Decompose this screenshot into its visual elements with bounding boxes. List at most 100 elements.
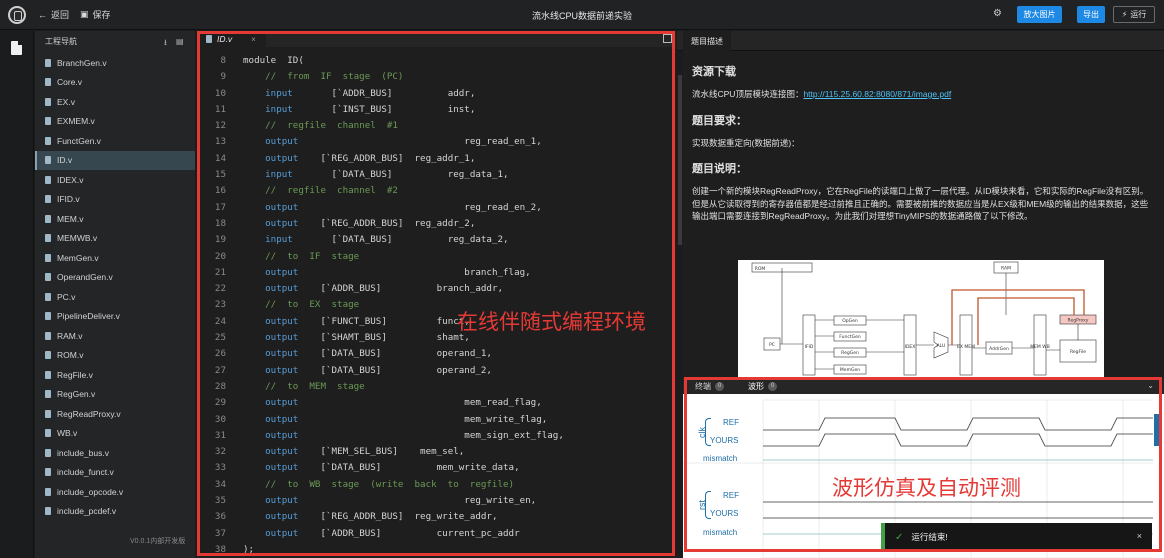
file-explorer-icon[interactable] xyxy=(11,41,22,55)
file-item[interactable]: RegReadProxy.v xyxy=(35,404,195,424)
file-item-label: PC.v xyxy=(57,291,76,302)
file-item[interactable]: MemGen.v xyxy=(35,248,195,268)
file-item[interactable]: EXMEM.v xyxy=(35,112,195,132)
code-token: output xyxy=(265,429,299,441)
file-icon xyxy=(45,78,51,87)
line-number: 15 xyxy=(214,169,226,181)
file-item[interactable]: include_funct.v xyxy=(35,463,195,483)
tab-terminal[interactable]: 终端 0 xyxy=(683,381,736,392)
code-token: branch_flag, xyxy=(298,266,531,278)
mismatch-label: mismatch xyxy=(703,528,738,537)
code-text: // to EX stage xyxy=(243,297,359,313)
file-item[interactable]: IFID.v xyxy=(35,190,195,210)
tab-description[interactable]: 题目描述 xyxy=(683,31,731,51)
file-item[interactable]: ROM.v xyxy=(35,346,195,366)
file-item-label: ID.v xyxy=(57,155,73,166)
datapath-diagram: ROM RAM PC IFID OpGen FunctGen RegGen Me… xyxy=(738,260,1104,378)
file-item-label: include_pcdef.v xyxy=(57,506,117,517)
code-line: 12 // regfile channel #1 xyxy=(196,118,676,134)
code-line: 36 output [`REG_ADDR_BUS] reg_write_addr… xyxy=(196,509,676,525)
tab-waveform[interactable]: 波形 0 xyxy=(736,381,789,392)
file-item[interactable]: FunctGen.v xyxy=(35,131,195,151)
line-number: 35 xyxy=(214,495,226,507)
tab-id-v[interactable]: ID.v × xyxy=(196,31,266,47)
save-button[interactable]: ▣ 保存 xyxy=(80,8,111,21)
chevron-down-icon[interactable]: ⌄ xyxy=(1147,381,1154,390)
file-item[interactable]: EX.v xyxy=(35,92,195,112)
memgen-label: MemGen xyxy=(840,367,860,373)
new-file-icon[interactable]: ▤ xyxy=(176,37,184,46)
file-item[interactable]: OperandGen.v xyxy=(35,268,195,288)
code-line: 15 input [`DATA_BUS] reg_data_1, xyxy=(196,167,676,183)
run-button[interactable]: ⚡ 运行 xyxy=(1113,6,1155,23)
file-item[interactable]: Core.v xyxy=(35,73,195,93)
description-scrollbar[interactable] xyxy=(678,75,682,245)
split-editor-icon[interactable] xyxy=(663,34,672,43)
file-item-label: WB.v xyxy=(57,428,78,439)
resource-link[interactable]: http://115.25.60.82:8080/871/image.pdf xyxy=(803,89,951,99)
line-number: 18 xyxy=(214,217,226,229)
line-number: 36 xyxy=(214,511,226,523)
file-item[interactable]: WB.v xyxy=(35,424,195,444)
file-item[interactable]: BranchGen.v xyxy=(35,53,195,73)
code-line: 22 output [`ADDR_BUS] branch_addr, xyxy=(196,281,676,297)
file-item[interactable]: MEMWB.v xyxy=(35,229,195,249)
code-token: [`ADDR_BUS] branch_addr, xyxy=(298,283,504,295)
code-token: output xyxy=(265,266,299,278)
code-text: output [`REG_ADDR_BUS] reg_addr_2, xyxy=(243,216,475,232)
file-item[interactable]: PC.v xyxy=(35,287,195,307)
ref-label: REF xyxy=(723,491,739,500)
code-token: output xyxy=(265,511,299,523)
file-item-label: include_bus.v xyxy=(57,447,109,458)
close-icon[interactable]: × xyxy=(1137,531,1142,541)
file-icon xyxy=(45,97,51,106)
code-text: output mem_write_flag, xyxy=(243,412,547,428)
file-item[interactable]: RAM.v xyxy=(35,326,195,346)
code-text: // to IF stage xyxy=(243,249,359,265)
code-text: output [`SHAMT_BUS] shamt, xyxy=(243,330,470,346)
code-text: output mem_sign_ext_flag, xyxy=(243,428,564,444)
upload-icon[interactable]: ⭳ xyxy=(164,37,167,51)
close-icon[interactable]: × xyxy=(251,35,256,44)
file-item[interactable]: PipelineDeliver.v xyxy=(35,307,195,327)
file-item[interactable]: ID.v xyxy=(35,150,195,170)
file-item[interactable]: include_opcode.v xyxy=(35,482,195,502)
file-item[interactable]: include_bus.v xyxy=(35,443,195,463)
top-bar: ← 返回 ▣ 保存 流水线CPU数据前递实验 ⚙ 放大图片 导出 ⚡ 运行 xyxy=(0,0,1164,30)
file-item[interactable]: RegGen.v xyxy=(35,385,195,405)
line-number: 19 xyxy=(214,234,226,246)
gear-icon[interactable]: ⚙ xyxy=(993,8,1002,19)
file-icon xyxy=(45,253,51,262)
waveform-scrollbar[interactable] xyxy=(1154,414,1161,446)
export-button[interactable]: 导出 xyxy=(1077,6,1105,23)
file-item[interactable]: include_pcdef.v xyxy=(35,502,195,522)
file-item[interactable]: IDEX.v xyxy=(35,170,195,190)
file-item[interactable]: RegFile.v xyxy=(35,365,195,385)
back-button[interactable]: ← 返回 xyxy=(38,8,69,21)
file-item-label: MemGen.v xyxy=(57,252,99,263)
navigator-header: 工程导航 ⭳ ▤ xyxy=(35,31,195,51)
enlarge-image-button[interactable]: 放大图片 xyxy=(1017,6,1062,23)
file-item[interactable]: MEM.v xyxy=(35,209,195,229)
file-item-label: PipelineDeliver.v xyxy=(57,311,120,322)
code-token: [`DATA_BUS] reg_data_1, xyxy=(292,169,509,181)
code-text: output mem_read_flag, xyxy=(243,395,542,411)
code-text: // to MEM stage xyxy=(243,379,365,395)
opgen-label: OpGen xyxy=(842,318,858,324)
file-icon xyxy=(45,195,51,204)
file-icon xyxy=(45,390,51,399)
code-text: input [`DATA_BUS] reg_data_1, xyxy=(243,167,509,183)
file-item-label: ROM.v xyxy=(57,350,84,361)
line-number: 38 xyxy=(214,543,226,555)
file-item-label: OperandGen.v xyxy=(57,272,113,283)
code-text: output [`ADDR_BUS] current_pc_addr xyxy=(243,526,519,542)
file-icon xyxy=(45,156,51,165)
